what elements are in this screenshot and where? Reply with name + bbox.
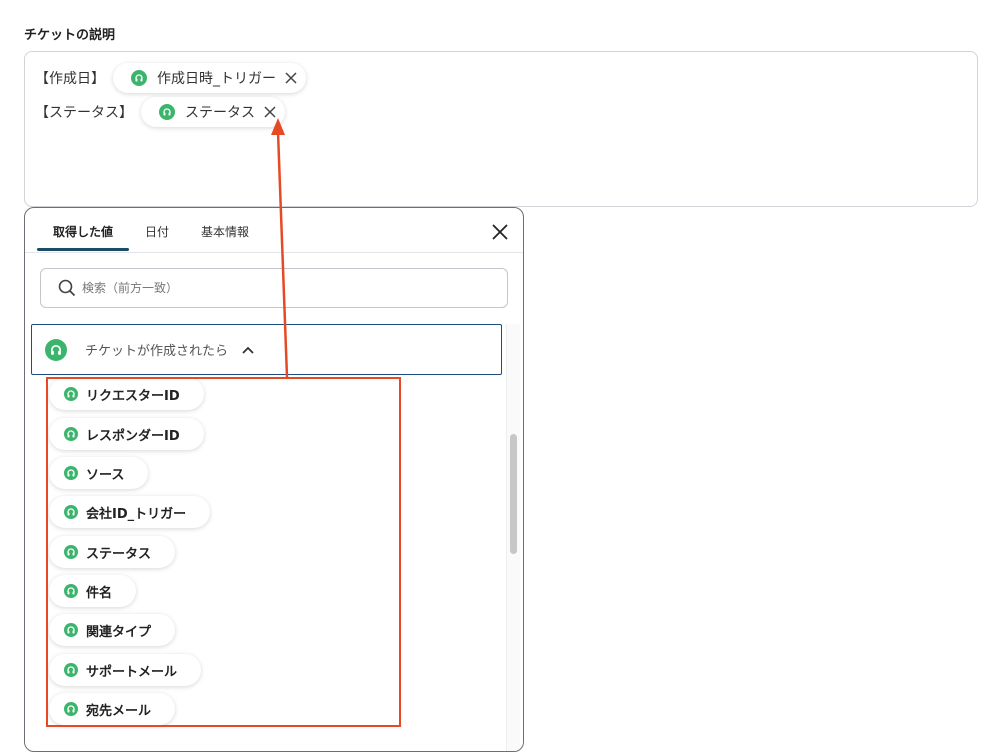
- headset-icon: [64, 505, 78, 519]
- headset-icon: [159, 104, 175, 120]
- list-item-label: レスポンダーID: [86, 428, 180, 444]
- list-item[interactable]: 件名: [49, 575, 137, 607]
- trigger-group-header[interactable]: チケットが作成されたら: [31, 324, 502, 375]
- search-input[interactable]: [82, 281, 482, 295]
- chevron-up-icon: [242, 346, 254, 354]
- headset-icon: [64, 466, 78, 480]
- headset-icon: [64, 702, 78, 716]
- headset-icon: [64, 623, 78, 637]
- token-label: 作成日時_トリガー: [157, 71, 276, 87]
- editor-line-status: 【ステータス】 ステータス: [35, 97, 285, 127]
- list-item-label: 会社ID_トリガー: [86, 506, 187, 522]
- list-item[interactable]: リクエスターID: [49, 378, 204, 410]
- headset-icon: [64, 427, 78, 441]
- tab-bar: 取得した値 日付 基本情報: [25, 208, 523, 253]
- editor-line-created: 【作成日】 作成日時_トリガー: [35, 63, 306, 93]
- list-item-label: 件名: [86, 585, 113, 601]
- active-tab-indicator: [37, 248, 129, 251]
- search-box: [40, 268, 508, 308]
- value-picker-panel: 取得した値 日付 基本情報 チケットが作成されたら リクエスターID レスポンダー…: [24, 207, 524, 752]
- list-item[interactable]: レスポンダーID: [49, 418, 204, 450]
- token-label: ステータス: [185, 105, 255, 121]
- close-icon[interactable]: [284, 71, 298, 85]
- list-item-label: ソース: [86, 467, 125, 483]
- line-prefix: 【作成日】: [35, 71, 105, 87]
- headset-icon: [64, 663, 78, 677]
- group-title: チケットが作成されたら: [85, 344, 229, 359]
- tab-acquired-values[interactable]: 取得した値: [53, 223, 113, 240]
- list-item-label: 関連タイプ: [86, 624, 152, 640]
- headset-icon: [64, 545, 78, 559]
- list-item[interactable]: 宛先メール: [49, 693, 176, 725]
- list-item[interactable]: ソース: [49, 457, 149, 489]
- list-item[interactable]: サポートメール: [49, 654, 202, 686]
- headset-icon: [131, 70, 147, 86]
- token-pill-status[interactable]: ステータス: [141, 97, 285, 127]
- description-editor[interactable]: 【作成日】 作成日時_トリガー 【ステータス】 ステータス: [24, 51, 978, 207]
- list-item-label: リクエスターID: [86, 388, 180, 404]
- list-item-label: 宛先メール: [86, 703, 152, 719]
- token-pill-created-datetime[interactable]: 作成日時_トリガー: [113, 63, 306, 93]
- tab-date[interactable]: 日付: [145, 223, 169, 240]
- list-item[interactable]: 関連タイプ: [49, 614, 176, 646]
- close-icon[interactable]: [263, 105, 277, 119]
- tab-basic-info[interactable]: 基本情報: [201, 223, 249, 240]
- search-icon: [58, 279, 76, 297]
- list-item-label: ステータス: [86, 546, 152, 562]
- headset-icon: [64, 584, 78, 598]
- scrollbar-thumb[interactable]: [510, 434, 517, 554]
- close-icon[interactable]: [491, 223, 509, 241]
- headset-icon: [64, 387, 78, 401]
- field-label: チケットの説明: [24, 28, 116, 43]
- line-prefix: 【ステータス】: [35, 105, 133, 121]
- list-item-label: サポートメール: [86, 664, 178, 680]
- scrollbar[interactable]: [506, 324, 520, 751]
- headset-icon: [45, 338, 67, 361]
- list-item[interactable]: 会社ID_トリガー: [49, 496, 211, 528]
- list-item[interactable]: ステータス: [49, 536, 176, 568]
